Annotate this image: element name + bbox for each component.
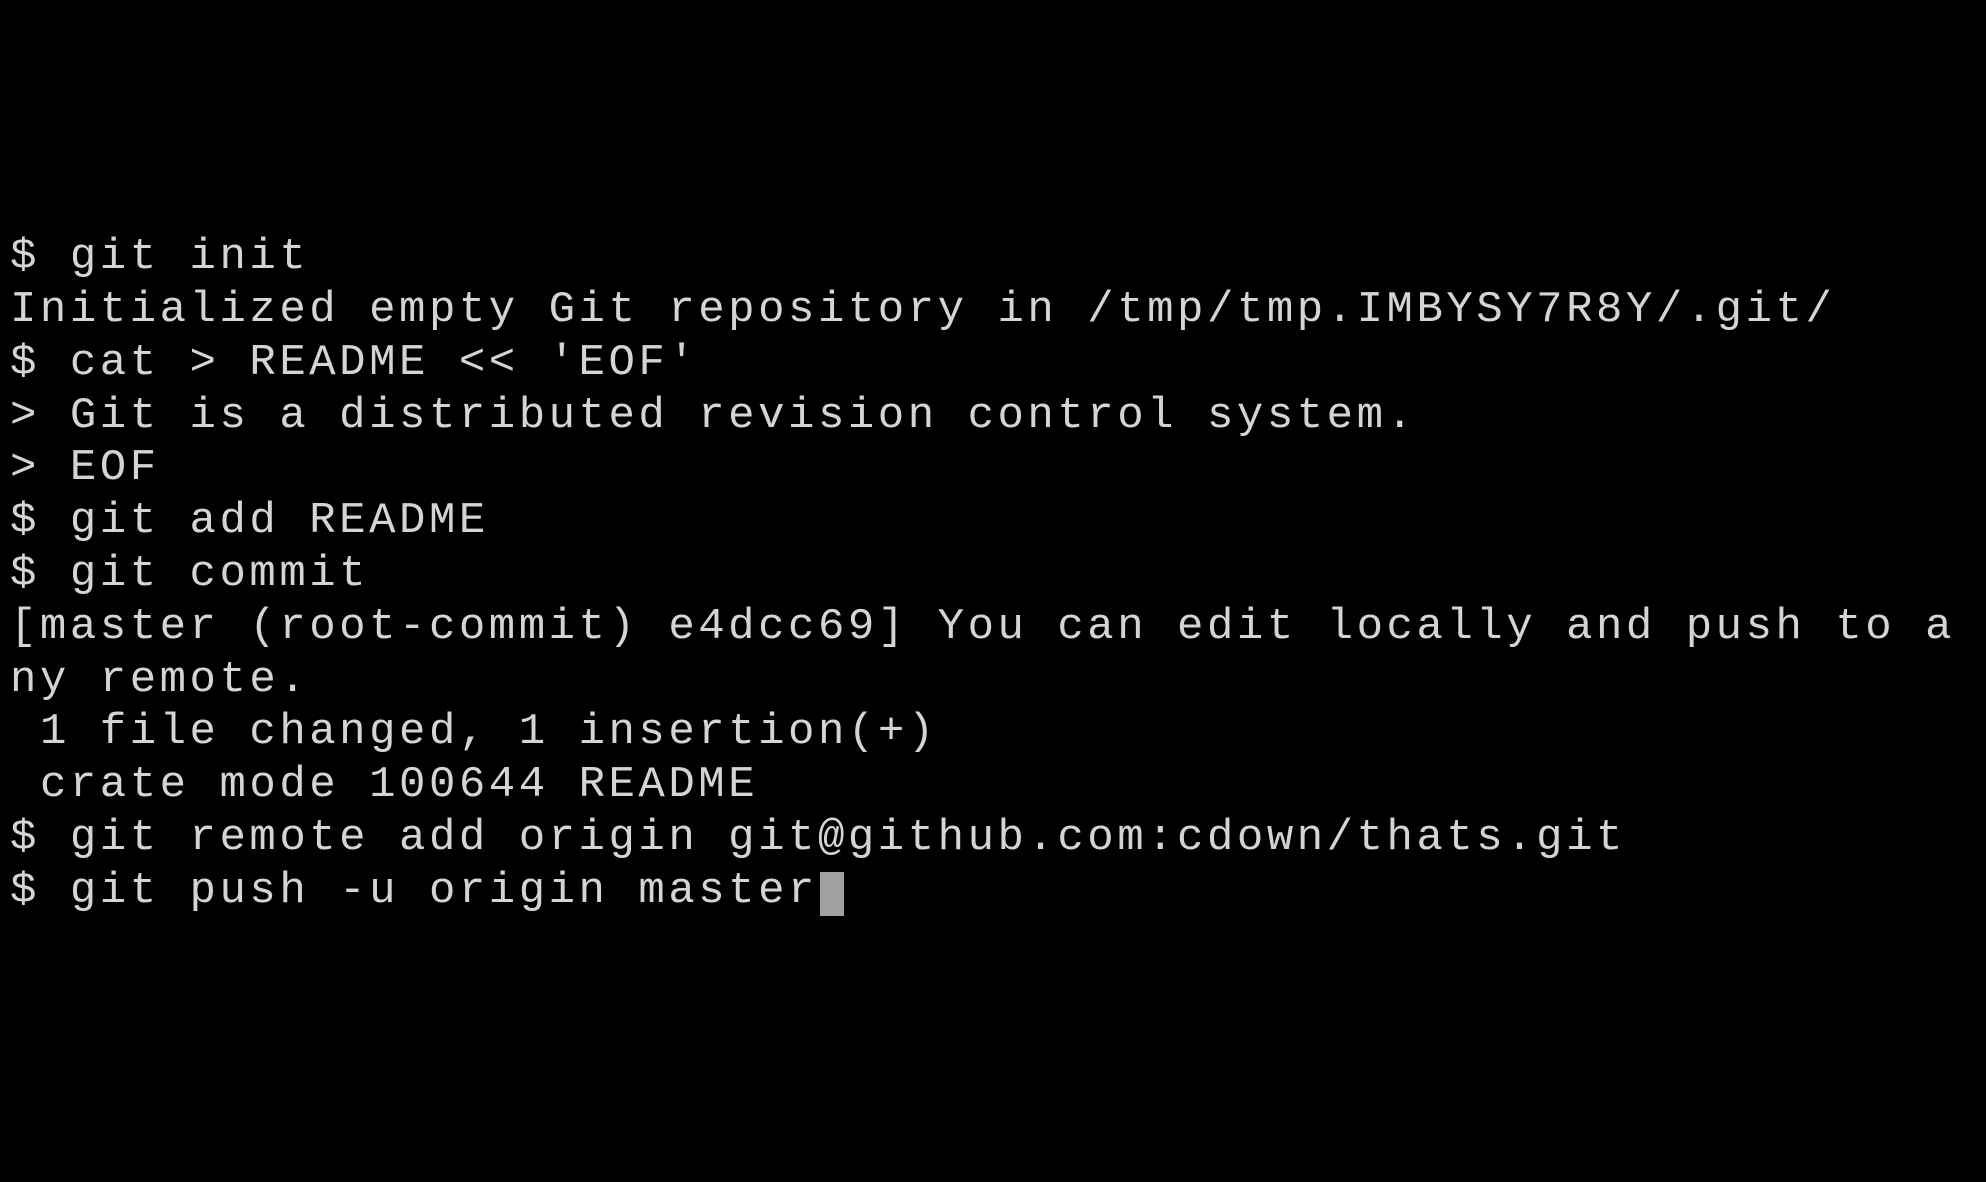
- terminal-line: > Git is a distributed revision control …: [10, 390, 1976, 443]
- terminal-line: $ git remote add origin git@github.com:c…: [10, 812, 1976, 865]
- terminal-line: > EOF: [10, 442, 1976, 495]
- terminal-line: $ git init: [10, 231, 1976, 284]
- terminal-line: [master (root-commit) e4dcc69] You can e…: [10, 601, 1976, 707]
- terminal-line: $ git add README: [10, 495, 1976, 548]
- terminal-line: crate mode 100644 README: [10, 759, 1976, 812]
- cursor-icon: [820, 872, 844, 916]
- terminal-output[interactable]: $ git initInitialized empty Git reposito…: [10, 231, 1976, 917]
- terminal-line: 1 file changed, 1 insertion(+): [10, 706, 1976, 759]
- terminal-line: $ cat > README << 'EOF': [10, 337, 1976, 390]
- terminal-line: $ git commit: [10, 548, 1976, 601]
- terminal-current-line: $ git push -u origin master: [10, 866, 818, 916]
- terminal-line: Initialized empty Git repository in /tmp…: [10, 284, 1976, 337]
